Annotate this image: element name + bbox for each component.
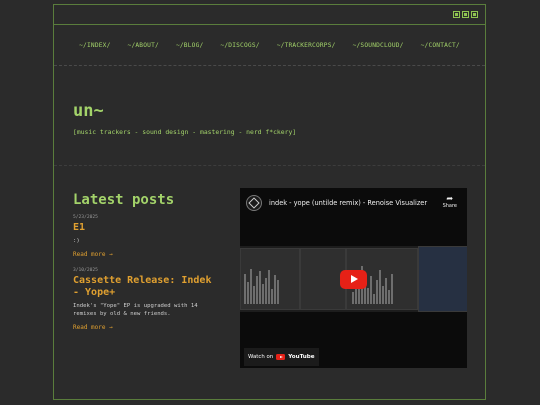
hero: un~ [music trackers - sound design - mas… — [73, 101, 296, 136]
post-item: 5/23/2025 E1 :) Read more → — [73, 215, 221, 258]
share-button[interactable]: ➦ Share — [443, 194, 457, 209]
minimize-icon[interactable] — [453, 11, 460, 18]
post-title[interactable]: E1 — [73, 222, 221, 234]
section-divider — [54, 165, 485, 166]
post-excerpt: :) — [73, 238, 80, 244]
post-item: 3/10/2025 Cassette Release: Indek - Yope… — [73, 268, 221, 331]
post-title[interactable]: Cassette Release: Indek - Yope+ — [73, 275, 221, 299]
youtube-label: YouTube — [288, 354, 315, 360]
nav-link-about[interactable]: ~/ABOUT/ — [128, 42, 159, 49]
play-icon[interactable] — [340, 270, 367, 289]
nav-link-blog[interactable]: ~/BLOG/ — [176, 42, 203, 49]
post-date: 5/23/2025 — [73, 215, 98, 220]
channel-logo-icon[interactable] — [246, 195, 262, 211]
nav-link-discogs[interactable]: ~/DISCOGS/ — [220, 42, 259, 49]
site-title: un~ — [73, 101, 104, 121]
window-controls — [453, 11, 478, 18]
watch-on-youtube-button[interactable]: Watch on YouTube — [244, 348, 319, 366]
video-title[interactable]: indek - yope (untilde remix) - Renoise V… — [269, 199, 427, 207]
maximize-icon[interactable] — [462, 11, 469, 18]
latest-posts: Latest posts 5/23/2025 E1 :) Read more →… — [73, 191, 221, 341]
post-date: 3/10/2025 — [73, 268, 98, 273]
thumbnail-meters — [244, 264, 279, 304]
nav-link-trackercorps[interactable]: ~/TRACKERCORPS/ — [277, 42, 336, 49]
page-frame: ~/INDEX/ ~/ABOUT/ ~/BLOG/ ~/DISCOGS/ ~/T… — [53, 4, 486, 400]
video-header: indek - yope (untilde remix) - Renoise V… — [240, 188, 467, 218]
nav-link-contact[interactable]: ~/CONTACT/ — [421, 42, 460, 49]
share-arrow-icon: ➦ — [446, 194, 454, 203]
share-label: Share — [442, 203, 457, 209]
read-more-link[interactable]: Read more → — [73, 324, 221, 331]
close-icon[interactable] — [471, 11, 478, 18]
site-tagline: [music trackers - sound design - masteri… — [73, 128, 297, 136]
main-nav: ~/INDEX/ ~/ABOUT/ ~/BLOG/ ~/DISCOGS/ ~/T… — [54, 25, 485, 66]
watch-on-label: Watch on — [248, 354, 274, 360]
youtube-logo-icon — [276, 354, 286, 360]
thumbnail-panel — [418, 246, 467, 312]
nav-link-index[interactable]: ~/INDEX/ — [79, 42, 110, 49]
latest-posts-heading: Latest posts — [73, 192, 175, 208]
nav-link-soundcloud[interactable]: ~/SOUNDCLOUD/ — [353, 42, 404, 49]
post-excerpt: Indek's "Yope" EP is upgraded with 14 re… — [73, 303, 198, 317]
youtube-embed[interactable]: indek - yope (untilde remix) - Renoise V… — [240, 188, 467, 368]
window-titlebar — [54, 5, 485, 25]
read-more-link[interactable]: Read more → — [73, 251, 221, 258]
